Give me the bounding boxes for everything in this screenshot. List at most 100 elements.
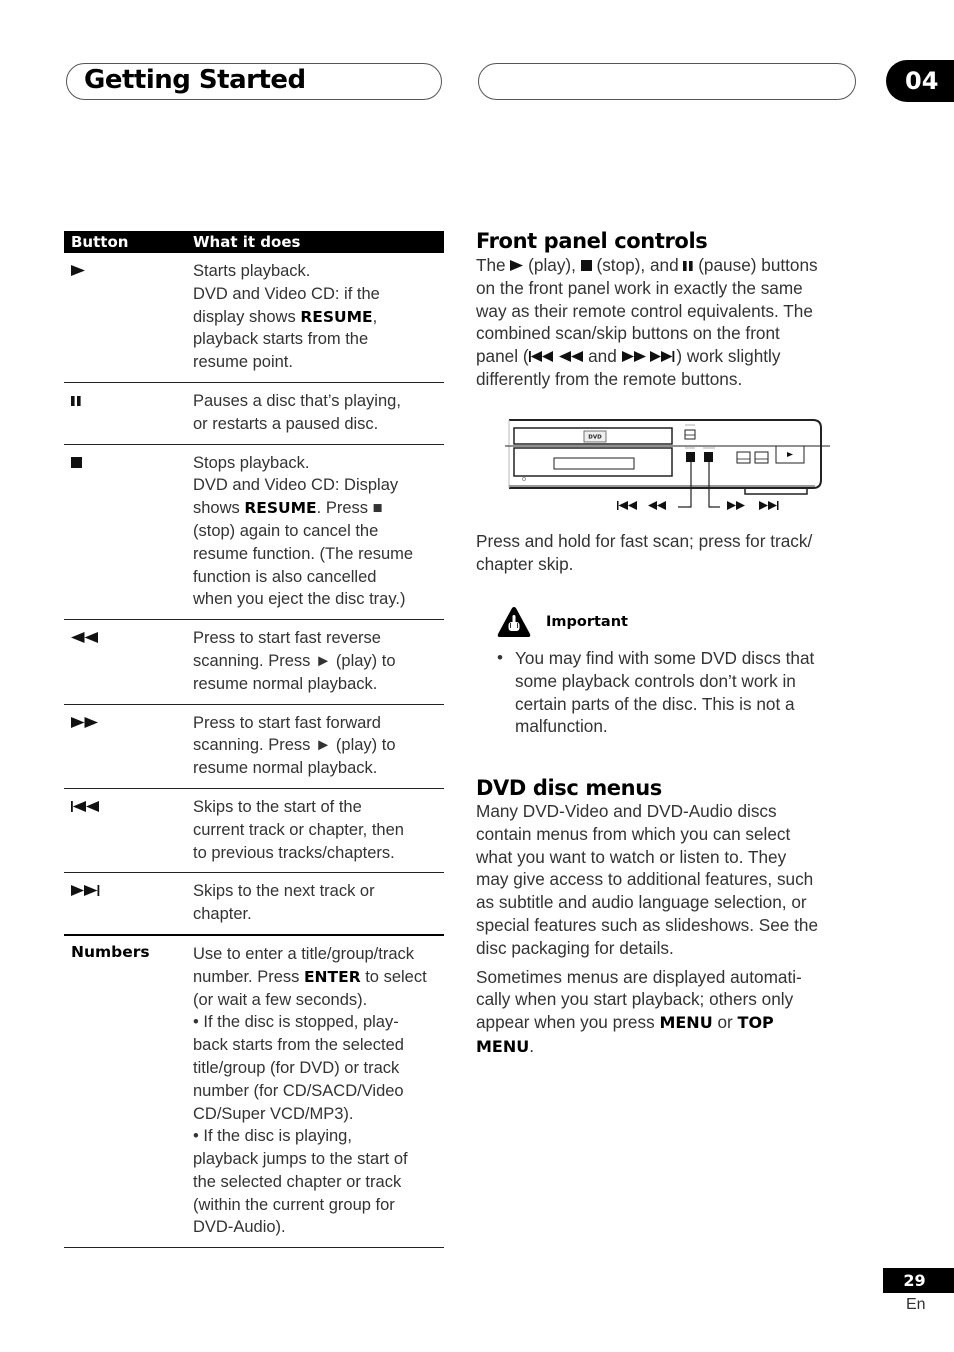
button-cell [64, 796, 193, 864]
text-line: Pauses a disc that’s playing, [193, 391, 401, 410]
text-line: appear when you press MENU or TOP [476, 1012, 774, 1033]
button-cell [64, 712, 193, 780]
fast-forward-icon [727, 501, 745, 510]
table-row: Press to start fast forward scanning. Pre… [64, 705, 444, 789]
bold-term: MENU [476, 1036, 530, 1056]
front-panel-diagram: DVD [505, 416, 830, 516]
fast-forward-icon [621, 351, 646, 363]
text-line: resume normal playback. [193, 674, 378, 693]
fast-forward-icon [71, 715, 98, 729]
dvd-menus-paragraph-2: Sometimes menus are displayed automati-c… [476, 966, 856, 1059]
bold-term: ENTER [303, 967, 361, 986]
important-label: Important [546, 614, 628, 630]
text-line: current track or chapter, then [193, 820, 404, 839]
skip-previous-icon [617, 501, 637, 510]
table-row: Numbers Use to enter a title/group/track n… [64, 936, 444, 1249]
text: and [583, 346, 622, 367]
button-cell: Numbers [64, 943, 193, 1239]
description-cell: Press to start fast forward scanning. Pre… [193, 712, 444, 780]
text-line: Starts playback. [193, 262, 311, 280]
table-row: Pauses a disc that’s playing, or restarts… [64, 383, 444, 445]
text-line: CD/Super VCD/MP3). [193, 1104, 354, 1123]
rewind-icon [648, 501, 666, 510]
text-line: resume function. (The resume [193, 544, 414, 563]
text-line: MENU. [476, 1035, 535, 1056]
text: panel ( [476, 346, 529, 367]
text: way as their remote control equivalents.… [476, 300, 813, 321]
warning-hand-icon [497, 606, 531, 638]
skip-next-icon [71, 884, 101, 898]
text-line: what you want to watch or listen to. The… [476, 846, 787, 867]
table-header: Button What it does [64, 231, 444, 253]
text-line: DVD and Video CD: if the [193, 284, 380, 303]
table-row: Stops playback. DVD and Video CD: Display… [64, 445, 444, 621]
text-line: disc packaging for details. [476, 937, 674, 958]
text-line: resume normal playback. [193, 759, 378, 778]
column-header-button: Button [71, 233, 129, 251]
play-icon [510, 260, 524, 271]
dvd-menus-paragraph-1: Many DVD-Video and DVD-Audio discs contai… [476, 800, 856, 960]
skip-next-icon [650, 351, 676, 363]
section-title: Getting Started [84, 65, 306, 95]
button-cell [64, 390, 193, 436]
bullet-dot: • [497, 648, 503, 667]
text-line: Stops playback. [193, 453, 310, 472]
text-line: resume point. [193, 353, 293, 372]
language-code: En [906, 1296, 926, 1313]
bold-term: MENU [659, 1013, 713, 1033]
description-cell: Skips to the next track or chapter. [193, 880, 444, 926]
text-line: Skips to the start of the [193, 797, 362, 816]
description-cell: Use to enter a title/group/track number. … [193, 943, 444, 1239]
text-line: some playback controls don’t work in [515, 670, 796, 691]
text-line: as subtitle and audio language selection… [476, 892, 807, 913]
pause-icon [683, 261, 694, 271]
button-cell [64, 880, 193, 926]
text-line: playback jumps to the start of [193, 1150, 408, 1169]
text-line: may give access to additional features, … [476, 869, 814, 890]
text-line: Sometimes menus are displayed automati- [476, 966, 802, 987]
text-line: You may find with some DVD discs that [515, 648, 815, 668]
text-line: number. Press ENTER to select [193, 967, 427, 986]
section-title-frame: Getting Started [66, 63, 442, 100]
text: combined scan/skip buttons on the front [476, 323, 780, 344]
front-panel-intro: The (play), (stop), and (pause) buttons … [476, 254, 856, 391]
play-icon [71, 264, 85, 278]
stop-icon [580, 260, 592, 271]
text-line: shows RESUME. Press ■ [193, 499, 383, 518]
skip-previous-icon [528, 351, 555, 363]
text-line: to previous tracks/chapters. [193, 843, 395, 862]
text-line: malfunction. [515, 716, 608, 737]
front-panel-section: Front panel controls The (play), (stop),… [476, 229, 856, 391]
subtitle-frame [478, 63, 856, 100]
text: chapter skip. [476, 553, 574, 574]
dvd-menus-heading: DVD disc menus [476, 776, 662, 800]
button-cell [64, 260, 193, 374]
table-row: Skips to the next track or chapter. [64, 873, 444, 936]
rewind-icon [71, 631, 98, 645]
text: (play), [523, 255, 581, 275]
text-line: contain menus from which you can select [476, 823, 791, 844]
text: Press and hold for fast scan; press for … [476, 531, 813, 551]
text-line: title/group (for DVD) or track [193, 1058, 400, 1077]
text-line: • If the disc is playing, [193, 1127, 352, 1146]
bold-term: RESUME [300, 307, 373, 326]
table-row: Press to start fast reverse scanning. Pre… [64, 620, 444, 705]
text-line: certain parts of the disc. This is not a [515, 693, 795, 714]
text-line: or restarts a paused disc. [193, 414, 379, 433]
text-line: Press to start fast reverse [193, 629, 381, 648]
text-line: scanning. Press ► (play) to [193, 651, 396, 670]
text: The [476, 255, 511, 275]
stop-icon [71, 455, 82, 469]
text-line: chapter. [193, 905, 252, 924]
description-cell: Pauses a disc that’s playing, or restarts… [193, 390, 444, 436]
text-line: DVD and Video CD: Display [193, 476, 399, 495]
text-line: Use to enter a title/group/track [193, 944, 415, 963]
text-line: (within the current group for [193, 1195, 395, 1214]
description-cell: Skips to the start of the current track o… [193, 796, 444, 864]
important-note-header: Important [497, 606, 628, 638]
important-text: You may find with some DVD discs that som… [515, 647, 814, 738]
text-line: Skips to the next track or [193, 882, 375, 901]
description-cell: Stops playback. DVD and Video CD: Display… [193, 452, 444, 612]
text-line: special features such as slideshows. See… [476, 914, 819, 935]
page-number: 29 [883, 1268, 954, 1293]
